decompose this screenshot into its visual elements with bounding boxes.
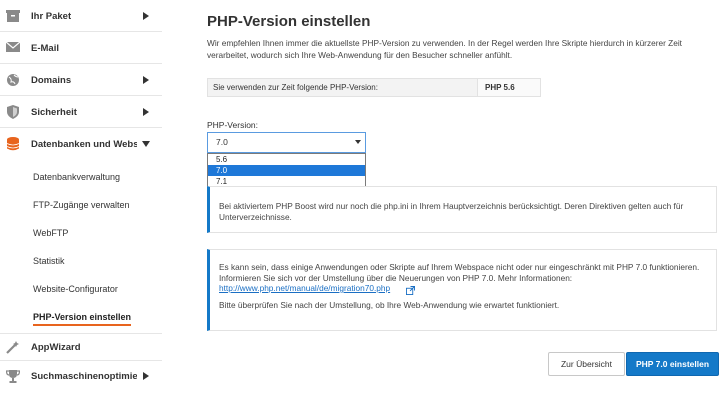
sidebar-item-datenbanken[interactable]: Datenbanken und Websp... bbox=[0, 128, 162, 160]
sidebar: Ihr Paket E-Mail Domains Sicherheit Date… bbox=[0, 0, 162, 393]
sidebar-item-sicherheit[interactable]: Sicherheit bbox=[0, 96, 162, 128]
sidebar-item-label: Datenbanken und Websp... bbox=[31, 139, 137, 150]
intro-text: Wir empfehlen Ihnen immer die aktuellste… bbox=[207, 38, 682, 60]
sidebar-item-label: Suchmaschinenoptimieru... bbox=[31, 371, 137, 382]
sidebar-subitem-webftp[interactable]: WebFTP bbox=[33, 228, 68, 238]
php-version-select[interactable]: 7.0 bbox=[207, 132, 366, 153]
chevron-right-icon bbox=[142, 372, 150, 380]
chevron-right-icon bbox=[142, 12, 150, 20]
page-title: PHP-Version einstellen bbox=[207, 13, 371, 30]
database-icon bbox=[6, 137, 20, 151]
sidebar-item-label: Domains bbox=[31, 75, 72, 86]
sidebar-item-email[interactable]: E-Mail bbox=[0, 32, 162, 64]
option-7-0[interactable]: 7.0 bbox=[208, 165, 365, 176]
sidebar-subitem-php-version[interactable]: PHP-Version einstellen bbox=[33, 312, 132, 326]
sidebar-item-ihr-paket[interactable]: Ihr Paket bbox=[0, 0, 162, 32]
set-php-version-button[interactable]: PHP 7.0 einstellen bbox=[626, 352, 719, 376]
chevron-down-icon bbox=[142, 140, 150, 148]
option-5-6[interactable]: 5.6 bbox=[208, 154, 365, 165]
sidebar-subitem-statistik[interactable]: Statistik bbox=[33, 256, 65, 266]
sidebar-item-label: AppWizard bbox=[31, 342, 81, 353]
globe-icon bbox=[6, 73, 20, 87]
wand-icon bbox=[6, 340, 20, 354]
sidebar-item-domains[interactable]: Domains bbox=[0, 64, 162, 96]
main-content: PHP-Version einstellen Wir empfehlen Ihn… bbox=[207, 0, 722, 393]
migration-link[interactable]: http://www.php.net/manual/de/migration70… bbox=[219, 283, 390, 293]
shield-icon bbox=[6, 105, 20, 119]
chevron-right-icon bbox=[142, 108, 150, 116]
current-version-label: Sie verwenden zur Zeit folgende PHP-Vers… bbox=[208, 79, 478, 96]
sidebar-subitem-datenbankverwaltung[interactable]: Datenbankverwaltung bbox=[33, 172, 120, 182]
current-version-row: Sie verwenden zur Zeit folgende PHP-Vers… bbox=[207, 78, 541, 97]
external-link-icon[interactable] bbox=[406, 282, 416, 295]
sidebar-item-label: Ihr Paket bbox=[31, 11, 72, 22]
compatibility-info-box: Es kann sein, dass einige Anwendungen od… bbox=[207, 249, 717, 331]
php-version-select-value: 7.0 bbox=[216, 137, 228, 147]
php-boost-info-text: Bei aktiviertem PHP Boost wird nur noch … bbox=[219, 201, 684, 222]
compatibility-info-text: Es kann sein, dass einige Anwendungen od… bbox=[219, 262, 700, 283]
sidebar-subitem-website-configurator[interactable]: Website-Configurator bbox=[33, 284, 118, 294]
mail-icon bbox=[6, 40, 20, 54]
trophy-icon bbox=[6, 369, 20, 383]
package-icon bbox=[6, 9, 20, 23]
php-version-options: 5.6 7.0 7.1 bbox=[207, 153, 366, 188]
php-version-label: PHP-Version: bbox=[207, 120, 259, 130]
chevron-right-icon bbox=[142, 76, 150, 84]
sidebar-item-label: Sicherheit bbox=[31, 107, 77, 118]
current-version-value: PHP 5.6 bbox=[478, 79, 540, 96]
sidebar-subitem-ftp-zugaenge[interactable]: FTP-Zugänge verwalten bbox=[33, 200, 130, 210]
php-boost-info-box: Bei aktiviertem PHP Boost wird nur noch … bbox=[207, 186, 717, 233]
sidebar-item-appwizard[interactable]: AppWizard bbox=[0, 333, 162, 361]
sidebar-item-label: E-Mail bbox=[31, 43, 59, 54]
overview-button[interactable]: Zur Übersicht bbox=[548, 352, 625, 376]
dropdown-arrow-icon bbox=[355, 140, 361, 144]
verify-info-text: Bitte überprüfen Sie nach der Umstellung… bbox=[219, 300, 560, 310]
sidebar-item-seo[interactable]: Suchmaschinenoptimieru... bbox=[0, 361, 162, 393]
